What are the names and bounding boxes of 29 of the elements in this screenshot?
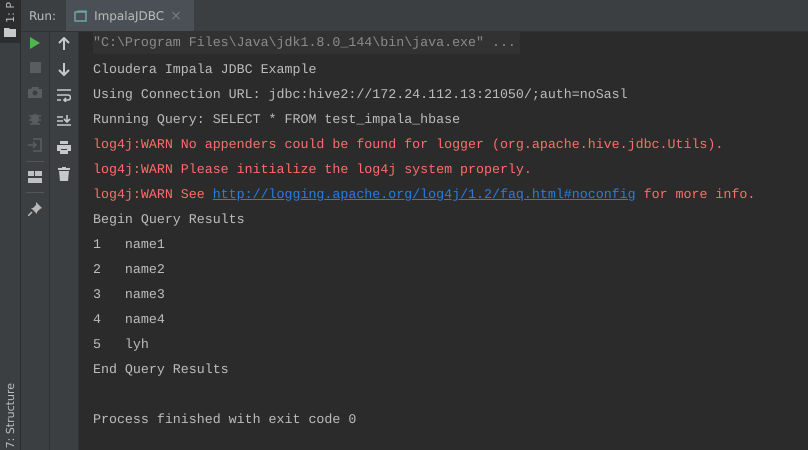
up-arrow-icon[interactable]: [58, 37, 70, 50]
console-line: Running Query: SELECT * FROM test_impala_hbase: [93, 111, 462, 129]
run-icon[interactable]: [29, 37, 41, 49]
console-line: 2 name2: [93, 261, 166, 279]
layout-icon[interactable]: [28, 171, 42, 183]
console-line: End Query Results: [93, 361, 230, 379]
console-line: Using Connection URL: jdbc:hive2://172.24.112.13:21050/;auth=noSasl: [93, 86, 629, 104]
console-line: Begin Query Results: [93, 211, 246, 229]
folder-icon: [4, 26, 16, 37]
console-line: Cloudera Impala JDBC Example: [93, 61, 318, 79]
console-icon: [74, 10, 88, 22]
console-line: 1 name1: [93, 236, 166, 254]
console-line: log4j:WARN No appenders could be found for logger (org.apache.hive.jdbc.Utils).: [93, 136, 724, 154]
wrap-icon[interactable]: [57, 89, 71, 102]
console-line: log4j:WARN See http://logging.apache.org/log4j/1.2/faq.html#noconfig for more info.: [93, 186, 756, 204]
console-line: Process finished with exit code 0: [93, 411, 358, 429]
pin-icon[interactable]: [28, 202, 42, 216]
scroll-end-icon[interactable]: [57, 115, 71, 128]
console-line: 4 name4: [93, 311, 166, 329]
console-line: log4j:WARN Please initialize the log4j system properly.: [93, 161, 533, 179]
run-label: Run:: [28, 8, 58, 22]
print-icon[interactable]: [57, 141, 71, 154]
tool-window-tab[interactable]: 7: Structure: [4, 382, 16, 448]
console-line: 5 lyh: [93, 336, 150, 354]
console-link[interactable]: http://logging.apache.org/log4j/1.2/faq.html#noconfig: [212, 187, 636, 202]
trash-icon[interactable]: [58, 167, 70, 181]
console-line: 3 name3: [93, 286, 166, 304]
down-arrow-icon[interactable]: [58, 63, 70, 76]
run-tab[interactable]: ImpalaJDBC ×: [66, 0, 194, 31]
